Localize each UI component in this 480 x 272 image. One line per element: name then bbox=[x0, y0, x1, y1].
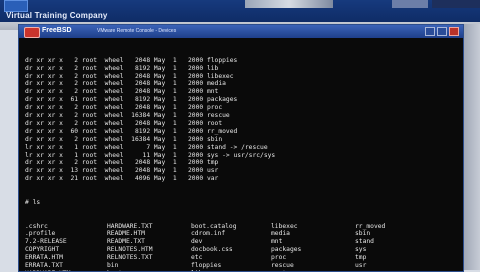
banner-graphic bbox=[392, 0, 428, 8]
ls-entry: RELNOTES.TXT bbox=[107, 254, 153, 262]
ls-entry: ERRATA.TXT bbox=[25, 262, 63, 270]
ls-entry: ERRATA.HTM bbox=[25, 254, 63, 262]
listing-line: dr xr xr x 2 root wheel 2048 May 1 2000 … bbox=[25, 119, 223, 127]
ls-entry: var bbox=[355, 270, 366, 271]
ls-entry: libexec bbox=[271, 222, 298, 230]
ls-entry: README.TXT bbox=[107, 238, 145, 246]
listing-line: dr xr xr x 13 root wheel 2048 May 1 2000… bbox=[25, 167, 219, 175]
brand-banner: Virtual Training Company bbox=[0, 0, 480, 22]
listing-line: dr xr xr x 60 root wheel 8192 May 1 2000… bbox=[25, 127, 238, 135]
right-edge bbox=[462, 24, 480, 270]
ls-entry: sys bbox=[355, 246, 367, 254]
ls-row: 7.2-RELEASE README.TXT dev mnt stand bbox=[25, 238, 459, 246]
ls-entry: dev bbox=[191, 238, 203, 246]
listing-line: dr xr xr x 2 root wheel 2048 May 1 2000 … bbox=[25, 72, 234, 80]
listing-line: dr xr xr x 2 root wheel 2048 May 1 2000 … bbox=[25, 88, 219, 96]
ls-entry: docbook.css bbox=[191, 246, 233, 254]
ls-entry: etc bbox=[191, 254, 203, 262]
listing-line: dr xr xr x 21 root wheel 4096 May 1 2000… bbox=[25, 175, 219, 183]
listing-line: dr xr xr x 2 root wheel 2048 May 1 2000 … bbox=[25, 159, 219, 167]
ls-row: ERRATA.HTM RELNOTES.TXT etc proc tmp bbox=[25, 254, 459, 262]
ls-entry: packages bbox=[271, 246, 302, 254]
listing-line: lr xr xr x 1 root wheel 11 May 1 2000 sy… bbox=[25, 151, 276, 159]
maximize-button[interactable] bbox=[437, 27, 447, 36]
ls-entry: rescue bbox=[271, 262, 294, 270]
directory-listing: dr xr xr x 2 root wheel 2048 May 1 2000 … bbox=[25, 57, 459, 183]
ls-output: .cshrc HARDWARE.TXT boot.catalog libexec rr_… bbox=[25, 223, 459, 271]
freebsd-icon bbox=[24, 27, 40, 38]
ls-entry: RELNOTES.HTM bbox=[107, 246, 153, 254]
ls-row: HARDWARE.HTM boot lib root var bbox=[25, 270, 459, 271]
listing-line: lr xr xr x 1 root wheel 7 May 1 2000 sta… bbox=[25, 143, 268, 151]
listing-line: dr xr xr x 2 root wheel 16384 May 1 2000… bbox=[25, 135, 223, 143]
listing-line: dr xr xr x 2 root wheel 2048 May 1 2000 … bbox=[25, 104, 223, 112]
listing-line: dr xr xr x 2 root wheel 16384 May 1 2000… bbox=[25, 112, 230, 120]
banner-graphic-dark bbox=[432, 0, 480, 8]
ls-entry: boot bbox=[107, 270, 122, 271]
ls-entry: HARDWARE.TXT bbox=[107, 222, 153, 230]
ls-entry: tmp bbox=[355, 254, 367, 262]
company-name: Virtual Training Company bbox=[6, 11, 108, 20]
ls-entry: COPYRIGHT bbox=[25, 246, 60, 254]
window-title-os: FreeBSD bbox=[42, 27, 72, 34]
window-title-console: VMware Remote Console - Devices bbox=[97, 28, 177, 34]
window-titlebar[interactable]: FreeBSD VMware Remote Console - Devices bbox=[19, 25, 463, 38]
banner-photo bbox=[245, 0, 333, 8]
minimize-button[interactable] bbox=[425, 27, 435, 36]
ls-entry: lib bbox=[191, 270, 202, 271]
ls-entry: root bbox=[271, 270, 286, 271]
ls-row: .profile README.HTM cdrom.inf media sbin bbox=[25, 230, 459, 238]
ls-entry: .cshrc bbox=[25, 222, 48, 230]
ls-entry: mnt bbox=[271, 238, 283, 246]
listing-line: dr xr xr x 2 root wheel 2048 May 1 2000 … bbox=[25, 80, 226, 88]
ls-entry: proc bbox=[271, 254, 287, 262]
ls-entry: sbin bbox=[355, 230, 371, 238]
ls-entry: boot.catalog bbox=[191, 222, 237, 230]
ls-row: ERRATA.TXT bin floppies rescue usr bbox=[25, 262, 459, 270]
listing-line: dr xr xr x 2 root wheel 2048 May 1 2000 … bbox=[25, 56, 238, 64]
ls-entry: bin bbox=[107, 262, 119, 270]
remote-console-window[interactable]: FreeBSD VMware Remote Console - Devices … bbox=[18, 24, 464, 272]
ls-entry: stand bbox=[355, 238, 374, 246]
shell-prompt: # ls bbox=[25, 198, 41, 206]
ls-entry: README.HTM bbox=[107, 230, 145, 238]
ls-entry: usr bbox=[355, 262, 367, 270]
ls-entry: media bbox=[271, 230, 290, 238]
terminal-output[interactable]: dr xr xr x 2 root wheel 2048 May 1 2000 … bbox=[25, 41, 459, 271]
ls-entry: HARDWARE.HTM bbox=[25, 270, 71, 271]
ls-row: .cshrc HARDWARE.TXT boot.catalog libexec rr_… bbox=[25, 223, 459, 231]
listing-line: dr xr xr x 61 root wheel 8192 May 1 2000… bbox=[25, 96, 238, 104]
ls-entry: 7.2-RELEASE bbox=[25, 238, 67, 246]
ls-entry: rr_moved bbox=[355, 222, 386, 230]
listing-line: dr xr xr x 2 root wheel 8192 May 1 2000 … bbox=[25, 64, 219, 72]
ls-entry: .profile bbox=[25, 230, 56, 238]
ls-entry: cdrom.inf bbox=[191, 230, 226, 238]
ls-entry: floppies bbox=[191, 262, 222, 270]
close-button[interactable] bbox=[449, 27, 459, 36]
ls-row: COPYRIGHT RELNOTES.HTM docbook.css packages… bbox=[25, 246, 459, 254]
